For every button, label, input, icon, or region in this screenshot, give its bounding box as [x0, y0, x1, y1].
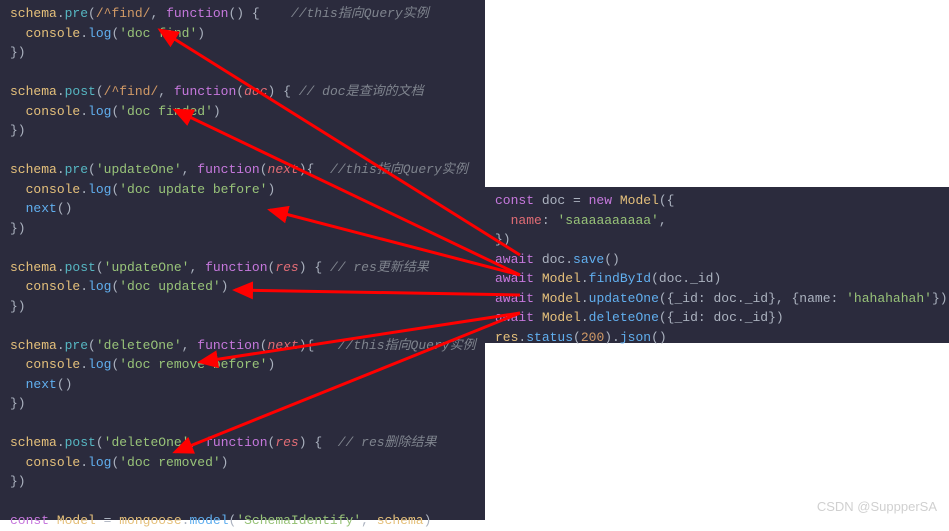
code-line: next() [10, 199, 475, 219]
code-line: name: 'saaaaaaaaaa', [495, 211, 939, 231]
code-line: console.log('doc finded') [10, 102, 475, 122]
code-line: }) [10, 121, 475, 141]
code-line [10, 63, 475, 83]
code-line [10, 141, 475, 161]
code-line: next() [10, 375, 475, 395]
code-line: schema.post(/^find/, function(doc) { // … [10, 82, 475, 102]
csdn-watermark: CSDN @SuppperSA [817, 499, 937, 514]
code-line [10, 492, 475, 512]
right-code-panel: const doc = new Model({ name: 'saaaaaaaa… [485, 187, 949, 343]
code-line: schema.pre(/^find/, function() { //this指… [10, 4, 475, 24]
code-line: console.log('doc find') [10, 24, 475, 44]
code-line: }) [495, 230, 939, 250]
code-line: const Model = mongoose.model('SchemaIden… [10, 511, 475, 531]
code-line: console.log('doc update before') [10, 180, 475, 200]
left-code-panel: schema.pre(/^find/, function() { //this指… [0, 0, 485, 520]
code-line: console.log('doc remove before') [10, 355, 475, 375]
code-line: console.log('doc updated') [10, 277, 475, 297]
code-line [10, 316, 475, 336]
code-line [10, 238, 475, 258]
code-line: await doc.save() [495, 250, 939, 270]
code-line: }) [10, 43, 475, 63]
code-line: }) [10, 219, 475, 239]
code-line: schema.pre('updateOne', function(next){ … [10, 160, 475, 180]
code-line [10, 414, 475, 434]
code-line: }) [10, 394, 475, 414]
code-line: await Model.findById(doc._id) [495, 269, 939, 289]
code-line: }) [10, 472, 475, 492]
code-line: res.status(200).json() [495, 328, 939, 348]
code-line: schema.post('updateOne', function(res) {… [10, 258, 475, 278]
code-line: await Model.updateOne({_id: doc._id}, {n… [495, 289, 939, 309]
code-line: schema.pre('deleteOne', function(next){ … [10, 336, 475, 356]
code-line: }) [10, 297, 475, 317]
code-line: schema.post('deleteOne', function(res) {… [10, 433, 475, 453]
code-line: const doc = new Model({ [495, 191, 939, 211]
code-line: await Model.deleteOne({_id: doc._id}) [495, 308, 939, 328]
code-line: console.log('doc removed') [10, 453, 475, 473]
